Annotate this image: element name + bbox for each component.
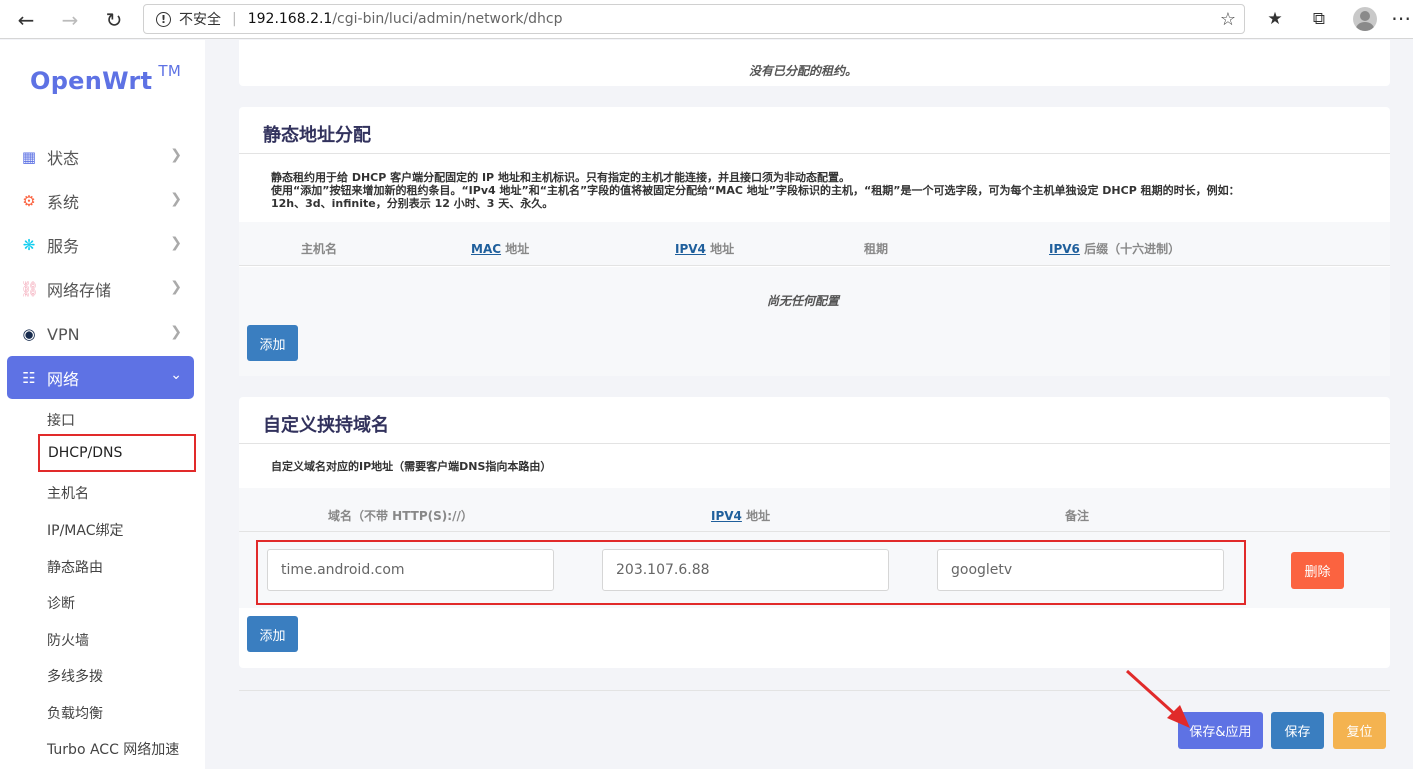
col-hostname: 主机名 bbox=[301, 242, 338, 256]
divider bbox=[239, 153, 1390, 154]
ipv4-rest: 地址 bbox=[741, 509, 771, 523]
custom-domains-description: 自定义域名对应的IP地址（需要客户端DNS指向本路由） bbox=[271, 460, 552, 473]
forward-arrow-icon[interactable]: → bbox=[56, 6, 84, 34]
domains-table-header: 域名（不带 HTTP(S)://） IPV4 地址 备注 bbox=[239, 488, 1390, 532]
custom-domains-card: 自定义挟持域名 自定义域名对应的IP地址（需要客户端DNS指向本路由） 域名（不… bbox=[239, 397, 1390, 668]
col-ipv6[interactable]: IPV6 后缀（十六进制） bbox=[1049, 240, 1180, 257]
submenu-dhcp-dns[interactable]: DHCP/DNS bbox=[38, 434, 196, 472]
database-icon: ⛓ bbox=[20, 280, 40, 298]
collections-icon[interactable]: ⧉ bbox=[1308, 8, 1330, 30]
menu-system-label: 系统 bbox=[47, 193, 80, 212]
col-note: 备注 bbox=[1065, 509, 1090, 523]
submenu-static-routes[interactable]: 静态路由 bbox=[47, 557, 103, 577]
leases-empty-text: 没有已分配的租约。 bbox=[749, 64, 858, 78]
favorites-icon[interactable]: ★ bbox=[1264, 8, 1286, 30]
logo-text: OpenWrt bbox=[30, 67, 153, 95]
submenu-ip-mac-binding[interactable]: IP/MAC绑定 bbox=[47, 520, 123, 540]
col-lease: 租期 bbox=[864, 242, 889, 256]
add-favorite-icon[interactable]: ☆ bbox=[1220, 9, 1236, 30]
static-table-header: 主机名 MAC 地址 IPV4 地址 租期 IPV6 后缀（十六进制） bbox=[239, 222, 1390, 266]
submenu-diagnostics[interactable]: 诊断 bbox=[47, 593, 75, 613]
ipv6-abbr[interactable]: IPV6 bbox=[1049, 242, 1080, 256]
static-empty-text: 尚无任何配置 bbox=[767, 294, 840, 308]
submenu-load-balancing[interactable]: 负载均衡 bbox=[47, 703, 103, 723]
submenu-multiwan[interactable]: 多线多拨 bbox=[47, 666, 103, 686]
description-line: 使用“添加”按钮来增加新的租约条目。“IPv4 地址”和“主机名”字段的值将被固… bbox=[271, 184, 1240, 197]
submenu-hostnames[interactable]: 主机名 bbox=[47, 483, 89, 503]
sidebar: OpenWrt TM ▦ 状态 ❯ ⚙ 系统 ❯ ❋ 服务 ❯ ⛓ 网络存储 ❯ … bbox=[0, 40, 205, 769]
warning-icon[interactable]: ! bbox=[156, 11, 171, 27]
chevron-right-icon: ❯ bbox=[170, 279, 182, 295]
menu-status-label: 状态 bbox=[47, 149, 80, 168]
security-label[interactable]: 不安全 bbox=[179, 9, 221, 29]
menu-services-label: 服务 bbox=[47, 237, 80, 256]
static-add-button[interactable]: 添加 bbox=[247, 325, 298, 361]
ipv4-rest: 地址 bbox=[705, 242, 735, 256]
ipv4-abbr[interactable]: IPV4 bbox=[711, 509, 742, 523]
logo-trademark: TM bbox=[158, 62, 182, 80]
grid-icon: ▦ bbox=[21, 148, 37, 166]
address-bar[interactable]: ! 不安全 | 192.168.2.1/cgi-bin/luci/admin/n… bbox=[143, 4, 1245, 34]
menu-status[interactable]: ▦ 状态 ❯ bbox=[7, 137, 194, 177]
col-mac[interactable]: MAC 地址 bbox=[471, 240, 529, 257]
divider bbox=[239, 690, 1390, 691]
globe-icon: ◉ bbox=[22, 325, 36, 343]
custom-domains-title: 自定义挟持域名 bbox=[263, 415, 389, 436]
more-menu-icon[interactable]: ⋯ bbox=[1391, 6, 1411, 30]
save-apply-button[interactable]: 保存&应用 bbox=[1178, 712, 1263, 749]
col-domain: 域名（不带 HTTP(S)://） bbox=[328, 509, 473, 523]
reload-icon[interactable]: ↻ bbox=[100, 6, 128, 34]
menu-network-label: 网络 bbox=[47, 369, 80, 389]
highlight-box bbox=[256, 540, 1246, 605]
profile-avatar[interactable] bbox=[1353, 7, 1377, 31]
divider bbox=[239, 443, 1390, 444]
domains-add-button[interactable]: 添加 bbox=[247, 616, 298, 652]
main-content: 没有已分配的租约。 静态地址分配 静态租约用于给 DHCP 客户端分配固定的 I… bbox=[205, 40, 1413, 769]
openwrt-logo[interactable]: OpenWrt TM bbox=[30, 62, 181, 95]
back-arrow-icon[interactable]: ← bbox=[12, 6, 40, 34]
menu-network[interactable]: ☷ 网络 ⌄ bbox=[7, 356, 194, 399]
sitemap-icon: ☷ bbox=[22, 368, 36, 387]
description-line: 12h、3d、infinite，分别表示 12 小时、3 天、永久。 bbox=[271, 197, 554, 210]
menu-system[interactable]: ⚙ 系统 ❯ bbox=[7, 181, 194, 221]
static-table-body: 尚无任何配置 bbox=[239, 267, 1390, 376]
chevron-right-icon: ❯ bbox=[170, 191, 182, 207]
chevron-right-icon: ❯ bbox=[170, 147, 182, 163]
col-ipv4[interactable]: IPV4 地址 bbox=[711, 507, 770, 524]
submenu-interfaces[interactable]: 接口 bbox=[47, 410, 75, 430]
ipv6-rest: 后缀（十六进制） bbox=[1079, 242, 1181, 256]
menu-nas[interactable]: ⛓ 网络存储 ❯ bbox=[7, 269, 194, 309]
active-leases-card: 没有已分配的租约。 bbox=[239, 40, 1390, 86]
gear-icon: ⚙ bbox=[22, 192, 36, 210]
ipv4-abbr[interactable]: IPV4 bbox=[675, 242, 706, 256]
menu-nas-label: 网络存储 bbox=[47, 281, 112, 300]
mac-abbr[interactable]: MAC bbox=[471, 242, 501, 256]
col-ipv4[interactable]: IPV4 地址 bbox=[675, 240, 734, 257]
chevron-down-icon: ⌄ bbox=[170, 367, 182, 383]
description-line: 静态租约用于给 DHCP 客户端分配固定的 IP 地址和主机标识。只有指定的主机… bbox=[271, 171, 850, 184]
static-leases-description: 静态租约用于给 DHCP 客户端分配固定的 IP 地址和主机标识。只有指定的主机… bbox=[271, 171, 1240, 210]
mac-rest: 地址 bbox=[501, 242, 530, 256]
menu-vpn-label: VPN bbox=[47, 324, 80, 344]
browser-toolbar: ← → ↻ ! 不安全 | 192.168.2.1/cgi-bin/luci/a… bbox=[0, 0, 1413, 39]
menu-vpn[interactable]: ◉ VPN ❯ bbox=[7, 314, 194, 354]
url-path: /cgi-bin/luci/admin/network/dhcp bbox=[332, 11, 563, 27]
save-button[interactable]: 保存 bbox=[1271, 712, 1324, 749]
static-leases-title: 静态地址分配 bbox=[263, 125, 371, 146]
address-separator: | bbox=[232, 11, 237, 27]
url-host: 192.168.2.1 bbox=[247, 11, 333, 27]
static-leases-card: 静态地址分配 静态租约用于给 DHCP 客户端分配固定的 IP 地址和主机标识。… bbox=[239, 107, 1390, 376]
reset-button[interactable]: 复位 bbox=[1333, 712, 1386, 749]
submenu-firewall[interactable]: 防火墙 bbox=[47, 630, 89, 650]
menu-services[interactable]: ❋ 服务 ❯ bbox=[7, 225, 194, 265]
services-icon: ❋ bbox=[22, 236, 36, 254]
submenu-turbo-acc[interactable]: Turbo ACC 网络加速 bbox=[47, 739, 179, 759]
delete-button[interactable]: 删除 bbox=[1291, 552, 1344, 589]
chevron-right-icon: ❯ bbox=[170, 235, 182, 251]
chevron-right-icon: ❯ bbox=[170, 324, 182, 340]
